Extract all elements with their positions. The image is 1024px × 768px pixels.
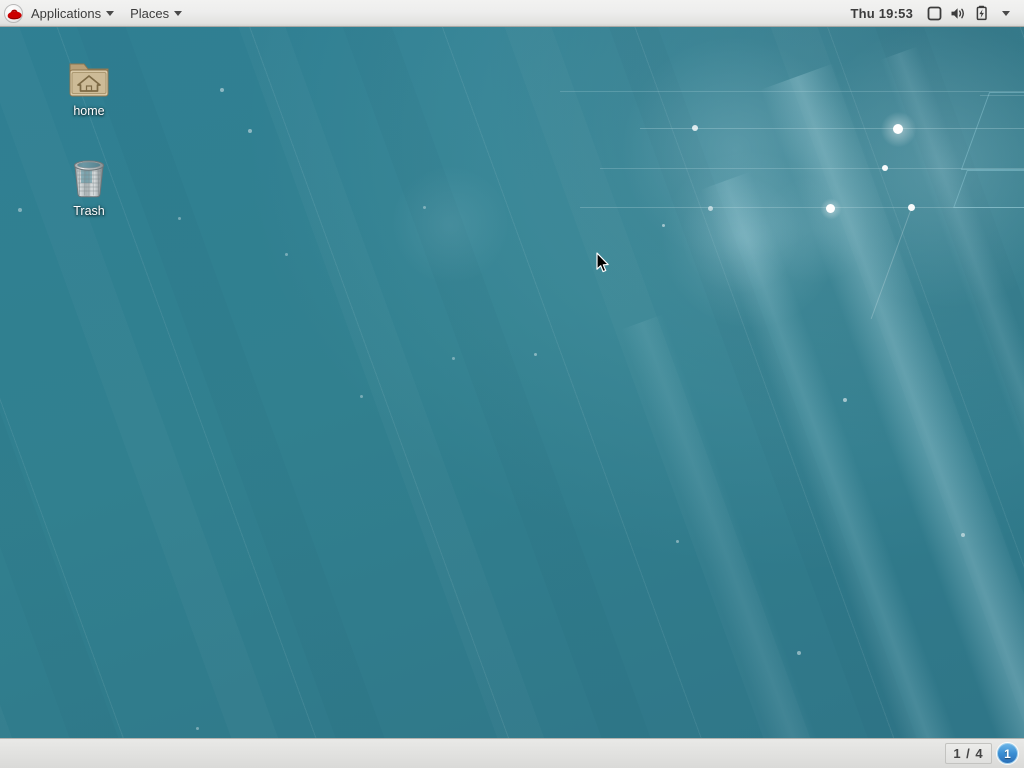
clock[interactable]: Thu 19:53 (842, 6, 922, 21)
wallpaper-dot-n (360, 395, 363, 398)
desktop-icon-home-label: home (46, 104, 132, 118)
menu-places[interactable]: Places (122, 0, 190, 26)
window-list[interactable] (0, 739, 945, 768)
workspace-switcher[interactable]: 1 / 4 (945, 743, 992, 764)
display-icon[interactable] (922, 0, 946, 27)
wallpaper-dot-a (893, 124, 903, 134)
wallpaper-dot-j (797, 651, 801, 655)
wallpaper-dot-b (826, 204, 835, 213)
desktop-icon-trash[interactable]: Trash (46, 148, 132, 218)
desktop-background[interactable]: home (0, 0, 1024, 768)
wallpaper-dot-h (843, 398, 847, 402)
wallpaper-dot-o (285, 253, 288, 256)
wallpaper-dot-l (534, 353, 537, 356)
workspace-badge[interactable]: 1 (997, 743, 1018, 764)
bottom-panel: 1 / 4 1 (0, 738, 1024, 768)
chevron-down-icon (106, 11, 114, 16)
top-panel-right: Thu 19:53 (842, 0, 1024, 26)
wallpaper-dot-p (178, 217, 181, 220)
top-panel-left: Applications Places (0, 0, 190, 26)
wallpaper-dot-i (961, 533, 965, 537)
chevron-down-icon (1002, 11, 1010, 16)
wallpaper-dot-u (196, 727, 199, 730)
desktop-icon-home[interactable]: home (46, 48, 132, 118)
wallpaper-dot-c (882, 165, 888, 171)
wallpaper-dot-e (692, 125, 698, 131)
wallpaper-dot-f (708, 206, 713, 211)
top-panel: Applications Places Thu 19:53 (0, 0, 1024, 27)
menu-places-label: Places (130, 6, 169, 21)
menu-applications[interactable]: Applications (23, 0, 122, 26)
trash-can-icon (46, 148, 132, 200)
volume-icon[interactable] (946, 0, 970, 27)
wallpaper-dot-q (248, 129, 252, 133)
wallpaper-hline-1 (560, 91, 1024, 92)
wallpaper-glow-5 (390, 165, 510, 285)
home-folder-icon (46, 48, 132, 100)
wallpaper-dot-r (220, 88, 224, 92)
wallpaper-glow-6 (760, 175, 870, 285)
wallpaper-outline-rect-2 (953, 170, 1024, 208)
wallpaper-dot-t (18, 208, 22, 212)
wallpaper-dot-s (423, 206, 426, 209)
wallpaper-dot-m (452, 357, 455, 360)
menu-applications-label: Applications (31, 6, 101, 21)
system-menu-icon[interactable] (994, 0, 1018, 27)
wallpaper-dot-d (908, 204, 915, 211)
wallpaper-dot-k (676, 540, 679, 543)
chevron-down-icon (174, 11, 182, 16)
desktop-icon-trash-label: Trash (46, 204, 132, 218)
wallpaper-dot-g (662, 224, 665, 227)
battery-icon[interactable] (970, 0, 994, 27)
redhat-shadowman-icon[interactable] (4, 4, 23, 23)
